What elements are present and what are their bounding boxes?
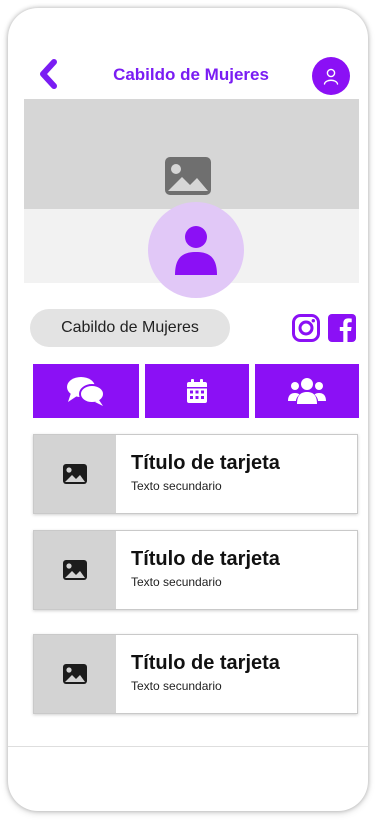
profile-button[interactable] (312, 57, 350, 95)
image-icon (63, 560, 87, 580)
facebook-icon (328, 314, 356, 342)
card-title: Título de tarjeta (131, 548, 280, 570)
card-title: Título de tarjeta (131, 452, 280, 474)
image-icon (165, 157, 211, 195)
back-button[interactable] (30, 56, 66, 92)
user-icon (175, 226, 217, 275)
card-subtitle: Texto secundario (131, 479, 222, 493)
card-thumbnail (34, 635, 116, 713)
members-button[interactable] (255, 364, 359, 418)
profile-name: Cabildo de Mujeres (30, 309, 230, 347)
list-item[interactable]: Título de tarjeta Texto secundario (33, 434, 358, 514)
calendar-button[interactable] (145, 364, 249, 418)
card-subtitle: Texto secundario (131, 679, 222, 693)
chevron-left-icon (40, 59, 57, 89)
list-item[interactable]: Título de tarjeta Texto secundario (33, 634, 358, 714)
page-title: Cabildo de Mujeres (113, 65, 269, 84)
image-icon (63, 664, 87, 684)
card-title: Título de tarjeta (131, 652, 280, 674)
card-thumbnail (34, 531, 116, 609)
instagram-icon (292, 314, 320, 342)
card-thumbnail (34, 435, 116, 513)
chat-button[interactable] (33, 364, 139, 418)
users-icon (288, 378, 326, 404)
image-icon (63, 464, 87, 484)
user-icon (323, 68, 339, 85)
chat-icon (67, 377, 105, 406)
bottom-divider (8, 746, 368, 747)
instagram-button[interactable] (291, 313, 321, 343)
card-subtitle: Texto secundario (131, 575, 222, 589)
facebook-button[interactable] (327, 313, 357, 343)
avatar (148, 202, 244, 298)
calendar-icon (187, 379, 207, 403)
list-item[interactable]: Título de tarjeta Texto secundario (33, 530, 358, 610)
